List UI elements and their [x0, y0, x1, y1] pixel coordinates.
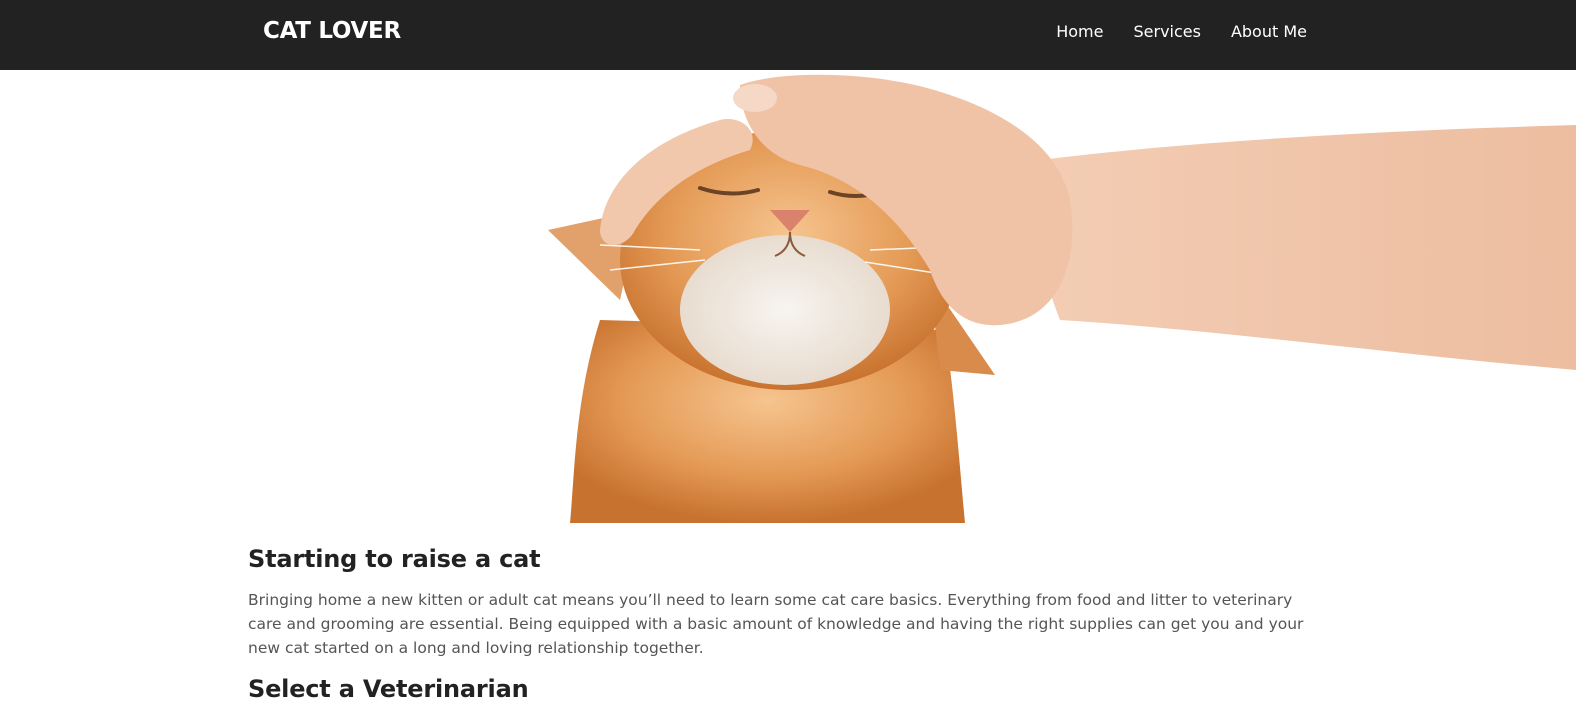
- section-heading-raising-cat: Starting to raise a cat: [248, 545, 541, 573]
- section-paragraph-raising-cat: Bringing home a new kitten or adult cat …: [248, 591, 1304, 657]
- brand-logo-link[interactable]: CAT LOVER: [263, 16, 401, 46]
- section-heading-select-veterinarian: Select a Veterinarian: [248, 675, 529, 703]
- nav-link-home[interactable]: Home: [1056, 20, 1103, 44]
- top-navbar: CAT LOVER Home Services About Me: [0, 0, 1576, 70]
- hero-image: [0, 70, 1576, 523]
- nav-link-about-me[interactable]: About Me: [1231, 20, 1307, 44]
- nav-link-services[interactable]: Services: [1133, 20, 1200, 44]
- main-content: Starting to raise a cat Bringing home a …: [248, 540, 1314, 708]
- hero-cat-photo: [0, 70, 1576, 523]
- nav-links: Home Services About Me: [1056, 20, 1307, 44]
